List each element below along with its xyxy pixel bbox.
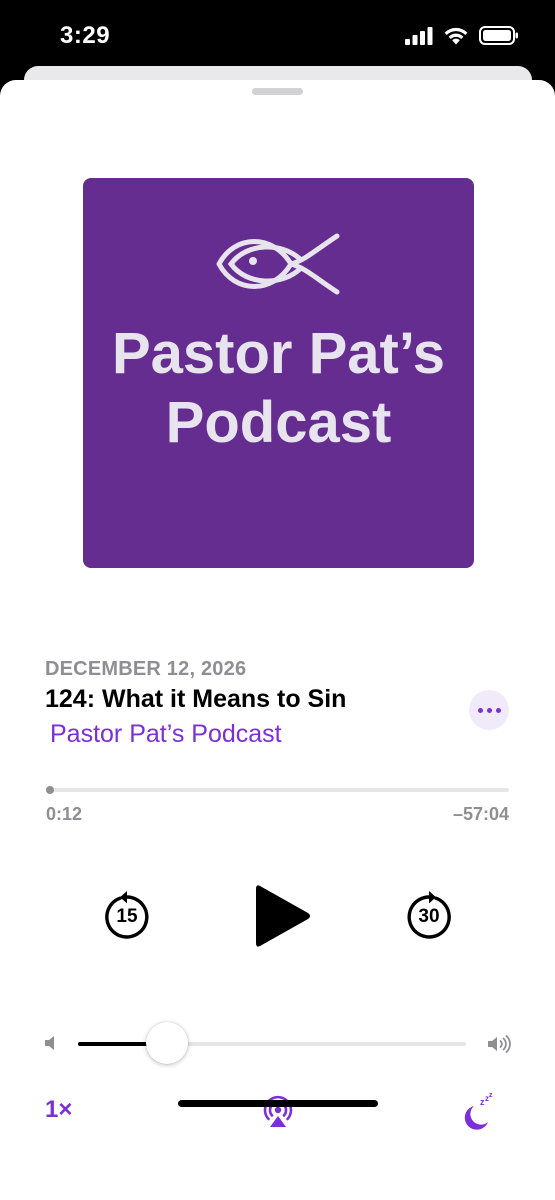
episode-title: 124: What it Means to Sin (45, 685, 347, 713)
elapsed-time: 0:12 (46, 804, 83, 824)
skip-forward-30-button[interactable]: 30 (402, 890, 456, 944)
play-button[interactable] (250, 880, 314, 952)
playback-scrubber-knob[interactable] (45, 786, 54, 794)
podcast-artwork: Pastor Pat’s Podcast (83, 178, 474, 568)
volume-slider-knob[interactable] (146, 1022, 189, 1064)
play-icon (256, 885, 310, 947)
status-bar: 3:29 (0, 0, 555, 70)
more-dot-icon (486, 707, 492, 713)
show-name-link[interactable]: Pastor Pat’s Podcast (50, 720, 282, 749)
remaining-time: –57:04 (452, 804, 509, 824)
artwork-title-line1: Pastor Pat’s (111, 321, 446, 386)
more-dot-icon (477, 707, 483, 713)
battery-icon (479, 26, 518, 45)
more-options-button[interactable] (469, 690, 509, 730)
skip-back-15-button[interactable]: 15 (100, 890, 154, 944)
status-icons (405, 26, 519, 45)
playback-speed-button[interactable]: 1× (45, 1096, 72, 1124)
cellular-signal-icon (405, 26, 433, 45)
home-indicator[interactable] (178, 1100, 378, 1107)
artwork-title-line2: Podcast (165, 390, 392, 455)
skip-back-label: 15 (116, 906, 138, 927)
status-time: 3:29 (60, 22, 111, 49)
episode-date: DECEMBER 12, 2026 (45, 658, 247, 680)
now-playing-sheet: Pastor Pat’s Podcast DECEMBER 12, 2026 1… (0, 80, 555, 1200)
more-dot-icon (495, 707, 501, 713)
svg-text:z: z (489, 1092, 493, 1099)
playback-scrubber[interactable] (45, 786, 509, 794)
ichthys-fish-icon (216, 233, 340, 295)
wifi-icon (444, 27, 468, 45)
volume-low-icon (45, 1036, 54, 1050)
volume-slider[interactable] (78, 1022, 466, 1064)
skip-forward-label: 30 (418, 906, 440, 927)
volume-high-icon (488, 1035, 511, 1053)
sleep-timer-moon-icon[interactable]: z z z (460, 1092, 498, 1132)
sheet-grabber[interactable] (252, 88, 303, 95)
